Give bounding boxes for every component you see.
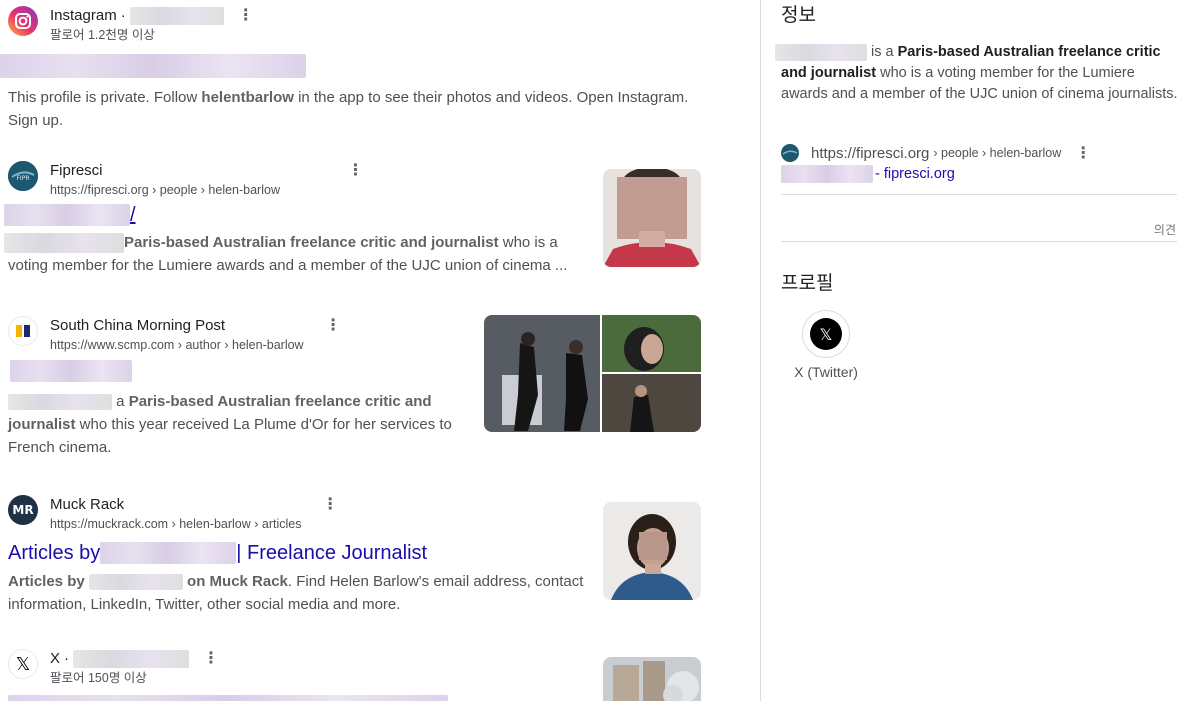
snippet-bold: Paris-based Australian freelance critic … — [128, 393, 432, 410]
redacted-name — [775, 43, 867, 61]
divider — [781, 241, 1177, 242]
result-snippet: Articles by on Muck Rack. Find Helen Bar… — [8, 570, 598, 616]
search-results: Instagram · ⋮ 팔로어 1.2천명 이상 This profile … — [0, 0, 720, 701]
result-instagram: Instagram · ⋮ 팔로어 1.2천명 이상 This profile … — [0, 6, 708, 132]
fipresci-icon — [781, 144, 799, 162]
instagram-icon — [8, 6, 38, 36]
panel-source[interactable]: https://fipresci.org › people › helen-ba… — [781, 143, 1091, 163]
follower-count: 팔로어 150명 이상 — [50, 671, 147, 685]
redacted-title — [4, 204, 130, 226]
muckrack-icon: MR — [8, 495, 38, 525]
x-logo-icon: 𝕏 — [802, 310, 850, 358]
more-options-icon[interactable]: ⋮ — [203, 649, 219, 669]
x-logo-glyph: 𝕏 — [819, 324, 833, 344]
redacted-name — [781, 165, 873, 183]
muckrack-thumbnail[interactable] — [603, 502, 701, 600]
title-text: | Freelance Journalist — [236, 542, 428, 564]
redacted-handle — [129, 7, 224, 25]
title-text: Articles by — [8, 542, 101, 564]
panel-source-link[interactable]: - fipresci.org — [781, 165, 955, 183]
source-separator: · — [120, 7, 126, 24]
source-name: South China Morning Post — [50, 317, 226, 334]
profile-x-twitter[interactable]: 𝕏 X (Twitter) — [789, 310, 863, 380]
url-crumbs: › people › helen-barlow — [933, 146, 1062, 160]
source-name: X — [50, 650, 61, 667]
redacted-title — [8, 695, 448, 701]
url-crumbs: › author › helen-barlow — [174, 338, 304, 352]
scmp-image-grid[interactable] — [484, 315, 701, 432]
snippet-bold: helentbarlow — [201, 89, 294, 106]
more-options-icon[interactable]: ⋮ — [322, 495, 338, 515]
snippet-bold: on Muck Rack — [182, 573, 288, 590]
url: https://fipresci.org — [50, 183, 149, 197]
source-name: Fipresci — [50, 162, 103, 179]
snippet-bold: Paris-based Australian freelance critic … — [124, 234, 499, 251]
snippet-bold: journalist — [8, 416, 76, 433]
source-url: https://fipresci.org — [811, 144, 930, 162]
result-snippet: Paris-based Australian freelance critic … — [4, 231, 578, 277]
fipresci-icon: FIPR — [8, 161, 38, 191]
redacted-name — [100, 542, 237, 564]
source-url: https://muckrack.com › helen-barlow › ar… — [50, 515, 337, 533]
source-url: https://www.scmp.com › author › helen-ba… — [50, 336, 340, 354]
source-separator: · — [64, 650, 70, 667]
knowledge-panel: 정보 is a Paris-based Australian freelance… — [760, 0, 1200, 701]
muckrack-logo-glyph: MR — [12, 503, 34, 517]
url-crumbs: › people › helen-barlow — [148, 183, 280, 197]
more-options-icon[interactable]: ⋮ — [348, 161, 364, 181]
result-snippet: This profile is private. Follow helentba… — [8, 86, 708, 132]
x-thumbnail[interactable] — [603, 657, 701, 701]
scmp-icon — [8, 316, 38, 346]
fipresci-thumbnail[interactable] — [603, 169, 701, 267]
desc-text: is a — [871, 44, 898, 60]
more-options-icon[interactable]: ⋮ — [325, 316, 341, 336]
x-logo-glyph: 𝕏 — [15, 653, 31, 675]
source-name: Muck Rack — [50, 496, 125, 513]
redacted-title — [10, 360, 132, 382]
panel-title: 정보 — [781, 5, 816, 26]
feedback-link[interactable]: 의견 — [1154, 221, 1176, 238]
result-title-redacted[interactable] — [0, 46, 708, 82]
redacted-title — [0, 54, 306, 78]
follower-count: 팔로어 1.2천명 이상 — [50, 28, 155, 42]
redacted-name — [4, 233, 124, 254]
source-url: https://fipresci.org › people › helen-ba… — [50, 181, 363, 199]
snippet-text: who this year received La Plume d'Or for… — [8, 416, 452, 456]
panel-description: is a Paris-based Australian freelance cr… — [775, 42, 1181, 105]
more-options-icon[interactable]: ⋮ — [1075, 143, 1091, 163]
divider — [781, 194, 1177, 195]
redacted-name — [8, 394, 112, 411]
snippet-text: This profile is private. Follow — [8, 89, 202, 106]
title-fragment: / — [130, 204, 136, 226]
x-logo-icon: 𝕏 — [8, 649, 38, 679]
snippet-text: a — [112, 393, 129, 410]
url: https://www.scmp.com — [50, 338, 175, 352]
more-options-icon[interactable]: ⋮ — [238, 6, 254, 26]
link-text: - fipresci.org — [875, 166, 955, 182]
redacted-handle — [73, 650, 190, 668]
svg-text:FIPR: FIPR — [16, 175, 29, 182]
result-source[interactable]: Instagram · ⋮ 팔로어 1.2천명 이상 — [8, 6, 708, 46]
url-crumbs: › helen-barlow › articles — [168, 517, 302, 531]
profiles-heading: 프로필 — [781, 273, 834, 294]
snippet-bold: Articles by — [8, 573, 89, 590]
source-name: Instagram — [50, 7, 117, 24]
url: https://muckrack.com — [50, 517, 169, 531]
profile-label: X (Twitter) — [794, 364, 858, 380]
result-snippet: a Paris-based Australian freelance criti… — [8, 390, 468, 459]
redacted-name — [88, 574, 183, 591]
